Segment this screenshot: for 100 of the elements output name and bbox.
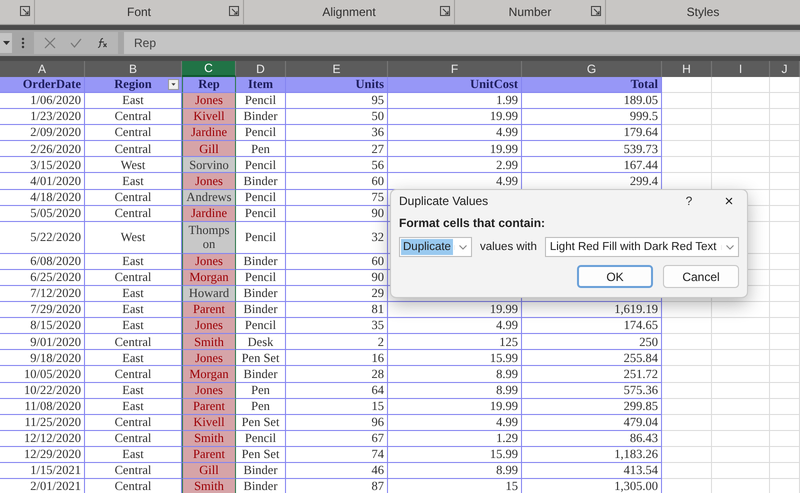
table-cell: Smith [182, 334, 236, 350]
empty-cell [712, 382, 770, 399]
table-cell: Morgan [182, 270, 236, 286]
table-cell: 9/01/2020 [0, 334, 85, 350]
table-cell: Jones [182, 254, 236, 270]
table-cell: Pen Set [236, 414, 286, 431]
table-cell: 1.29 [388, 430, 522, 447]
table-cell: 179.64 [522, 125, 662, 142]
column-title: UnitCost [470, 78, 518, 91]
table-cell: Pencil [236, 318, 286, 334]
column-header[interactable]: H [662, 61, 712, 77]
empty-cell [712, 318, 770, 334]
empty-cell [662, 93, 712, 110]
table-cell: Pencil [236, 270, 286, 286]
table-cell: Pencil [236, 430, 286, 447]
empty-cell [712, 125, 770, 142]
filter-dropdown-icon[interactable] [168, 79, 179, 90]
dialog-launcher-icon[interactable] [591, 6, 601, 16]
table-cell: 15 [286, 398, 388, 415]
close-button[interactable]: × [719, 192, 739, 210]
table-cell: 1/06/2020 [0, 93, 85, 110]
dialog-title: Duplicate Values [399, 194, 490, 208]
prompt-label: Format cells that contain: [399, 216, 546, 230]
table-cell: 251.72 [522, 366, 662, 382]
table-cell: 12/12/2020 [0, 430, 85, 447]
table-cell: Parent [182, 302, 236, 318]
empty-cell [770, 334, 800, 350]
table-cell: 5/05/2020 [0, 206, 85, 222]
ribbon-group-label: Alignment [322, 5, 376, 19]
table-cell: 19.99 [388, 141, 522, 158]
table-cell: 8.99 [388, 462, 522, 480]
column-title: Region [114, 78, 152, 91]
table-cell: 125 [388, 334, 522, 350]
table-cell: 4/18/2020 [0, 190, 85, 206]
table-cell: 2/09/2020 [0, 125, 85, 142]
table-cell: 36 [286, 125, 388, 142]
dialog-launcher-icon[interactable] [229, 6, 239, 16]
empty-cell [770, 93, 800, 110]
table-cell: 90 [286, 270, 388, 286]
table-cell: 5/22/2020 [0, 222, 85, 254]
format-dropdown[interactable]: Light Red Fill with Dark Red Text [544, 237, 739, 257]
table-cell: 8.99 [388, 382, 522, 399]
dialog-launcher-icon[interactable] [440, 6, 450, 16]
table-cell: Pen Set [236, 350, 286, 366]
check-icon[interactable] [70, 37, 82, 49]
table-cell: Kivell [182, 414, 236, 431]
column-header[interactable]: I [712, 61, 770, 77]
table-cell: 479.04 [522, 414, 662, 431]
table-cell: Binder [236, 254, 286, 270]
table-cell: 1/23/2020 [0, 109, 85, 126]
table-cell: 2/26/2020 [0, 141, 85, 158]
table-cell: 250 [522, 334, 662, 350]
empty-cell [770, 286, 800, 302]
table-cell: Smith [182, 430, 236, 447]
table-cell: 2 [286, 334, 388, 350]
table-cell: 2.99 [388, 157, 522, 174]
table-cell: 28 [286, 366, 388, 382]
empty-cell [770, 77, 800, 93]
table-cell: 8/15/2020 [0, 318, 85, 334]
column-title: Item [248, 78, 273, 91]
rule-dropdown[interactable]: Duplicate [399, 237, 472, 257]
column-header[interactable]: C [182, 61, 236, 77]
empty-cell [712, 414, 770, 431]
insert-function-icon[interactable] [96, 37, 108, 49]
table-cell: Binder [236, 462, 286, 480]
empty-cell [770, 462, 800, 480]
table-cell: Pen [236, 382, 286, 399]
ribbon-group-label: Number [508, 5, 552, 19]
table-cell: 1/15/2021 [0, 462, 85, 480]
ribbon-group-label: Styles [686, 5, 720, 19]
help-button[interactable]: ? [677, 194, 701, 208]
table-cell: 413.54 [522, 462, 662, 480]
table-cell: Desk [236, 334, 286, 350]
table-cell: Jardine [182, 125, 236, 142]
empty-cell [712, 77, 770, 93]
empty-cell [770, 141, 800, 158]
table-cell: 56 [286, 157, 388, 174]
empty-cell [770, 254, 800, 270]
table-cell: Smith [182, 479, 236, 493]
empty-cell [662, 109, 712, 126]
empty-cell [770, 222, 800, 254]
column-title: OrderDate [22, 78, 81, 91]
dialog-button[interactable]: OK [577, 265, 653, 288]
table-cell: 12/29/2020 [0, 446, 85, 463]
table-cell: 10/22/2020 [0, 382, 85, 399]
name-box-dropdown[interactable] [0, 33, 12, 53]
empty-cell [712, 109, 770, 126]
table-cell: Binder [236, 286, 286, 302]
formula-input[interactable]: Rep [124, 32, 800, 54]
dialog-launcher-icon[interactable] [20, 6, 30, 16]
table-cell: 86.43 [522, 430, 662, 447]
table-cell: Jones [182, 93, 236, 110]
table-cell: 174.65 [522, 318, 662, 334]
column-header[interactable]: J [770, 61, 800, 77]
empty-cell [770, 190, 800, 206]
empty-cell [662, 141, 712, 158]
table-cell: Pencil [236, 206, 286, 222]
chevron-icon [458, 244, 467, 250]
table-cell: 7/12/2020 [0, 286, 85, 302]
dialog-button[interactable]: Cancel [663, 265, 739, 288]
